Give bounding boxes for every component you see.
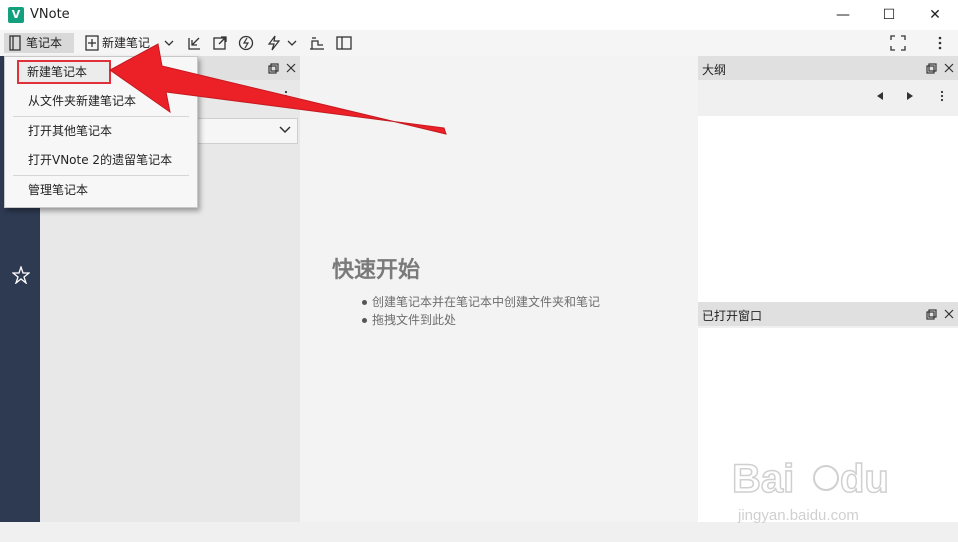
task-icon[interactable] <box>308 35 326 51</box>
menu-item-manage-notebooks[interactable]: 管理笔记本 <box>6 177 196 203</box>
close-button[interactable]: ✕ <box>912 0 958 30</box>
bullet-icon <box>362 318 367 323</box>
flash-note-icon[interactable] <box>238 35 254 51</box>
fullscreen-icon[interactable] <box>890 35 906 51</box>
close-panel-icon[interactable] <box>944 63 954 73</box>
quick-start-item: 拖拽文件到此处 <box>362 311 456 328</box>
menu-item-open-vnote2-legacy-notebook[interactable]: 打开VNote 2的遗留笔记本 <box>6 147 196 173</box>
open-windows-header: 已打开窗口 <box>698 302 958 326</box>
notebook-options-icon[interactable] <box>283 90 289 102</box>
svg-text:Bai: Bai <box>732 457 794 501</box>
select-chevron-down-icon <box>279 126 291 134</box>
outline-panel: 大纲 <box>698 56 958 302</box>
notebook-select[interactable] <box>190 118 298 144</box>
menu-separator <box>13 175 189 176</box>
outline-header: 大纲 <box>698 56 958 80</box>
svg-text:jingyan.baidu.com: jingyan.baidu.com <box>737 507 859 524</box>
menu-item-new-notebook-from-folder[interactable]: 从文件夹新建笔记本 <box>6 88 196 114</box>
minimize-button[interactable]: — <box>820 0 866 30</box>
menu-item-new-notebook[interactable]: 新建笔记本 <box>17 60 111 84</box>
main-content-area: 快速开始 创建笔记本并在笔记本中创建文件夹和笔记 拖拽文件到此处 <box>300 56 698 522</box>
menu-item-open-other-notebook[interactable]: 打开其他笔记本 <box>6 118 196 144</box>
baidu-watermark: Bai du jingyan.baidu.com <box>731 456 889 524</box>
outline-options-icon[interactable] <box>939 90 945 102</box>
quick-start-title: 快速开始 <box>332 258 421 283</box>
new-note-icon <box>85 35 99 51</box>
notebook-dropdown-menu: 新建笔记本 从文件夹新建笔记本 打开其他笔记本 打开VNote 2的遗留笔记本 … <box>4 56 198 208</box>
bullet-icon <box>362 300 367 305</box>
close-panel-icon[interactable] <box>944 309 954 319</box>
previous-heading-icon[interactable] <box>876 91 884 101</box>
notebook-label: 笔记本 <box>26 36 63 50</box>
app-logo-icon: V <box>8 7 24 23</box>
expand-content-icon[interactable] <box>336 35 352 51</box>
close-panel-icon[interactable] <box>286 63 296 73</box>
outline-content <box>698 116 958 302</box>
import-icon[interactable] <box>186 35 202 51</box>
star-icon[interactable] <box>12 266 30 284</box>
quick-start-item: 创建笔记本并在笔记本中创建文件夹和笔记 <box>362 293 600 310</box>
quick-start-item-text: 创建笔记本并在笔记本中创建文件夹和笔记 <box>372 295 601 309</box>
export-icon[interactable] <box>212 35 228 51</box>
quick-start-item-text: 拖拽文件到此处 <box>372 313 457 327</box>
title-bar: V VNote — ☐ ✕ <box>0 0 958 30</box>
svg-text:du: du <box>840 457 889 501</box>
more-options-icon[interactable] <box>936 35 944 51</box>
float-panel-icon[interactable] <box>926 63 937 74</box>
outline-title: 大纲 <box>702 63 727 77</box>
notebook-icon <box>9 35 21 51</box>
float-panel-icon[interactable] <box>268 63 279 74</box>
quick-access-icon[interactable] <box>266 35 282 51</box>
new-note-button[interactable]: 新建笔记 <box>82 33 178 53</box>
menu-separator <box>13 116 189 117</box>
window-title: VNote <box>30 7 70 22</box>
float-panel-icon[interactable] <box>926 309 937 320</box>
open-windows-title: 已打开窗口 <box>702 309 763 323</box>
toolbar: 笔记本 新建笔记 <box>0 30 958 56</box>
new-note-label: 新建笔记 <box>102 36 151 50</box>
quick-access-chevron-down-icon[interactable] <box>287 39 297 47</box>
next-heading-icon[interactable] <box>906 91 914 101</box>
chevron-down-icon[interactable] <box>164 39 174 47</box>
notebook-menu-button[interactable]: 笔记本 <box>4 33 74 53</box>
maximize-button[interactable]: ☐ <box>866 0 912 30</box>
